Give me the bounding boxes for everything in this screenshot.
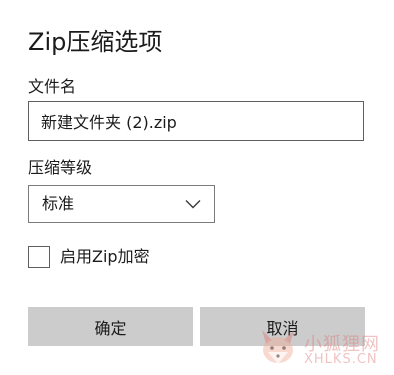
filename-label: 文件名	[28, 77, 77, 96]
watermark-subtext: XHLKS.CN	[304, 352, 378, 367]
chevron-down-icon	[185, 199, 201, 209]
enable-zip-encryption-option[interactable]: 启用Zip加密	[28, 245, 150, 269]
compression-level-label: 压缩等级	[28, 158, 93, 177]
enable-zip-encryption-checkbox[interactable]	[28, 246, 50, 268]
filename-input[interactable]	[28, 101, 364, 141]
compression-level-select[interactable]: 标准	[28, 185, 215, 223]
enable-zip-encryption-label: 启用Zip加密	[60, 247, 150, 266]
zip-compression-dialog: Zip压缩选项 文件名 压缩等级 标准 启用Zip加密 确定 取消	[0, 0, 394, 375]
dialog-title: Zip压缩选项	[28, 28, 163, 56]
ok-button[interactable]: 确定	[28, 307, 193, 346]
compression-level-value: 标准	[42, 194, 75, 213]
cancel-button[interactable]: 取消	[200, 307, 365, 346]
